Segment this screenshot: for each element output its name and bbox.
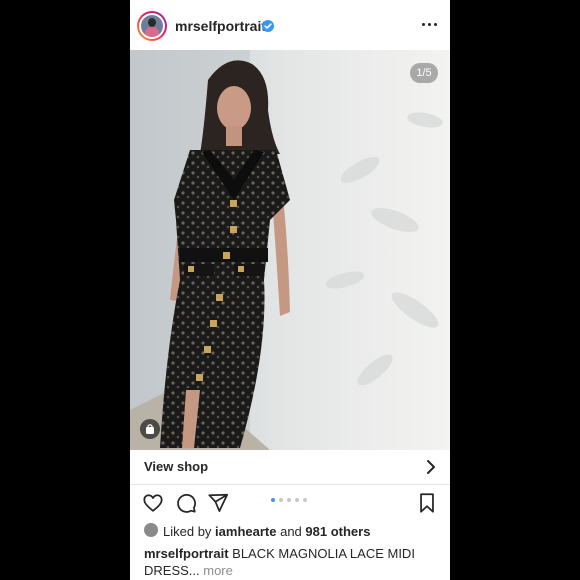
likes-others[interactable]: 981 others	[305, 524, 370, 539]
instagram-post: mrselfportrait 1/5 View shop Liked by ia…	[130, 0, 450, 580]
carousel-dot	[303, 498, 307, 502]
bookmark-icon[interactable]	[417, 492, 437, 519]
chevron-right-icon	[426, 459, 436, 480]
profile-avatar[interactable]	[137, 11, 167, 41]
post-image[interactable]: 1/5	[130, 50, 450, 450]
heart-icon[interactable]	[142, 492, 164, 519]
likes-text: Liked by iamhearte and 981 others	[163, 524, 370, 539]
liker-username[interactable]: iamhearte	[215, 524, 276, 539]
shopping-bag-icon[interactable]	[140, 419, 160, 439]
carousel-dot	[295, 498, 299, 502]
send-icon[interactable]	[207, 492, 229, 519]
more-horizontal-icon[interactable]	[420, 16, 440, 32]
avatar-figure-body	[145, 27, 159, 37]
post-image-illustration	[130, 50, 450, 450]
more-dot	[434, 23, 437, 26]
carousel-indicator	[271, 498, 311, 504]
carousel-dot	[271, 498, 275, 502]
likes-prefix: Liked by	[163, 524, 212, 539]
post-username[interactable]: mrselfportrait	[175, 18, 266, 34]
post-actions	[130, 490, 450, 516]
view-shop-label: View shop	[144, 459, 209, 474]
avatar-figure-head	[148, 18, 156, 27]
more-dot	[428, 23, 431, 26]
more-dot	[422, 23, 425, 26]
verified-badge-icon	[262, 20, 274, 32]
carousel-dot	[287, 498, 291, 502]
view-shop-row[interactable]: View shop	[130, 450, 450, 485]
likes-middle: and	[280, 524, 302, 539]
avatar-photo	[141, 15, 163, 37]
image-counter: 1/5	[410, 63, 438, 83]
carousel-dot	[279, 498, 283, 502]
caption-username[interactable]: mrselfportrait	[144, 546, 229, 561]
liker-avatar[interactable]	[144, 523, 158, 537]
post-header: mrselfportrait	[130, 8, 450, 48]
caption-more-link[interactable]: more	[203, 563, 233, 578]
avatar-ring-gap	[139, 13, 165, 39]
post-caption: mrselfportrait BLACK MAGNOLIA LACE MIDI …	[144, 545, 440, 579]
comment-icon[interactable]	[175, 492, 197, 519]
